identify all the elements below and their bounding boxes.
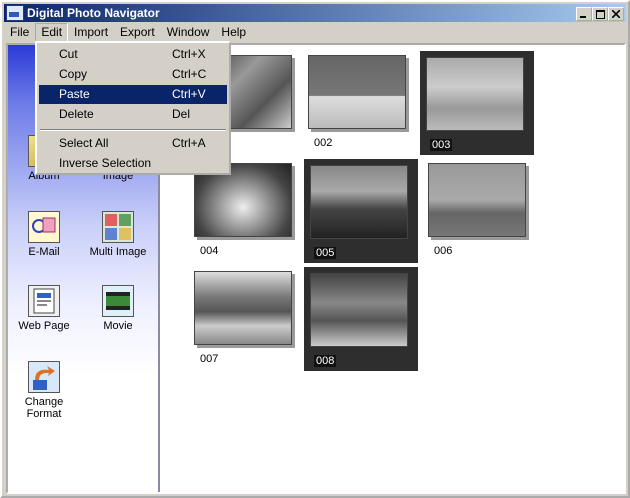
sidebar-item-email[interactable]: E-Mail [14, 211, 74, 258]
menu-export[interactable]: Export [114, 24, 161, 41]
thumbnail-image [310, 273, 408, 347]
minimize-button[interactable] [576, 7, 592, 21]
sidebar-item-label: Multi Image [89, 246, 147, 258]
menu-window[interactable]: Window [161, 24, 216, 41]
web-page-icon [28, 285, 60, 317]
sidebar-item-multi-image[interactable]: Multi Image [88, 211, 148, 258]
thumbnail-caption: 002 [314, 137, 333, 149]
sidebar-item-label: Web Page [18, 320, 70, 332]
thumbnail-caption: 008 [314, 355, 337, 367]
thumbnail-caption: 007 [200, 353, 219, 365]
title-bar[interactable]: Digital Photo Navigator [4, 4, 626, 22]
menu-help[interactable]: Help [215, 24, 252, 41]
maximize-icon [595, 9, 605, 19]
close-icon [612, 10, 620, 18]
menu-item-cut[interactable]: Cut Ctrl+X [39, 45, 227, 64]
menu-item-label: Cut [59, 47, 78, 61]
menu-item-copy[interactable]: Copy Ctrl+C [39, 65, 227, 84]
menu-item-shortcut: Ctrl+C [172, 67, 207, 81]
menu-item-select-all[interactable]: Select All Ctrl+A [39, 134, 227, 153]
menu-item-paste[interactable]: Paste Ctrl+V [39, 85, 227, 104]
menu-import[interactable]: Import [68, 24, 114, 41]
thumbnail-007[interactable]: 007 [188, 265, 302, 369]
thumbnail-image [310, 165, 408, 239]
thumbnail-caption: 005 [314, 247, 337, 259]
thumbnail-image [308, 55, 406, 129]
email-icon [28, 211, 60, 243]
app-window: Digital Photo Navigator File Edit Import… [0, 0, 630, 498]
sidebar-item-change-format[interactable]: Change Format [14, 361, 74, 420]
sidebar-item-label: Movie [103, 320, 133, 332]
menu-item-label: Inverse Selection [59, 156, 152, 170]
thumbnail-caption: 004 [200, 245, 219, 257]
change-format-icon [28, 361, 60, 393]
thumbnail-image [428, 163, 526, 237]
menu-item-shortcut: Ctrl+V [172, 87, 206, 101]
thumbnail-caption: 003 [430, 139, 453, 151]
thumbnail-caption: 006 [434, 245, 453, 257]
menu-item-inverse-selection[interactable]: Inverse Selection [39, 154, 227, 173]
sidebar-item-web-page[interactable]: Web Page [14, 285, 74, 332]
menu-edit[interactable]: Edit [35, 23, 69, 42]
menu-separator [40, 129, 226, 131]
menu-item-label: Delete [59, 107, 94, 121]
thumbnail-002[interactable]: 002 [302, 49, 416, 153]
menu-item-shortcut: Del [172, 107, 191, 121]
thumbnail-image [194, 271, 292, 345]
sidebar-item-label: Change Format [24, 396, 64, 420]
thumbnail-008[interactable]: 008 [304, 267, 418, 371]
menu-item-shortcut: Ctrl+X [172, 47, 206, 61]
app-icon [6, 5, 24, 21]
sidebar-item-label: E-Mail [28, 246, 60, 258]
sidebar-item-movie[interactable]: Movie [88, 285, 148, 332]
edit-menu-dropdown: Cut Ctrl+X Copy Ctrl+C Paste Ctrl+V Dele… [35, 41, 231, 175]
menu-item-shortcut: Ctrl+A [172, 136, 206, 150]
close-button[interactable] [608, 7, 624, 21]
menu-item-label: Select All [59, 136, 109, 150]
menu-item-label: Paste [59, 87, 90, 101]
menu-item-delete[interactable]: Delete Del [39, 105, 227, 124]
thumbnail-003[interactable]: 003 [420, 51, 534, 155]
menu-bar: File Edit Import Export Window Help [4, 23, 626, 42]
window-title: Digital Photo Navigator [27, 6, 160, 20]
maximize-button[interactable] [592, 7, 608, 21]
menu-file[interactable]: File [4, 24, 35, 41]
movie-icon [102, 285, 134, 317]
menu-item-label: Copy [59, 67, 88, 81]
minimize-icon [580, 16, 586, 18]
thumbnail-image [426, 57, 524, 131]
multi-image-icon [102, 211, 134, 243]
thumbnail-006[interactable]: 006 [422, 157, 536, 261]
thumbnail-005[interactable]: 005 [304, 159, 418, 263]
